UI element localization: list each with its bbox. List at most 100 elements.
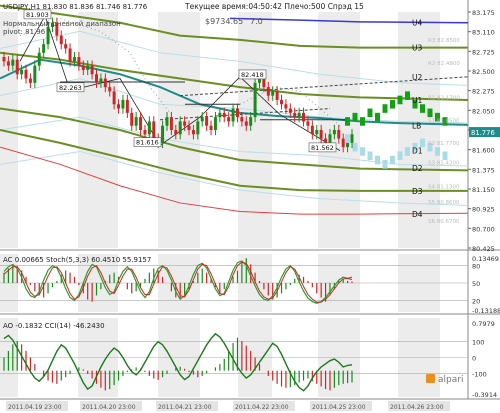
pivot-label: S5 80.8600 bbox=[428, 200, 460, 206]
level-label: D1 bbox=[412, 147, 423, 156]
candle-body bbox=[68, 48, 72, 62]
candle-body bbox=[191, 130, 195, 135]
candle-body bbox=[77, 57, 81, 66]
candle-body bbox=[288, 108, 292, 113]
level-label: D3 bbox=[412, 187, 423, 196]
ao-tick-label: -100 bbox=[472, 370, 487, 378]
pivot-label: R3 82.8500 bbox=[428, 38, 460, 44]
candle-body bbox=[297, 112, 301, 118]
forecast-block bbox=[360, 147, 365, 156]
candle-body bbox=[293, 112, 297, 118]
candle-body bbox=[108, 87, 112, 92]
candle-body bbox=[59, 35, 63, 45]
candle-body bbox=[183, 121, 187, 126]
ao-tick-label: 0.7979 bbox=[472, 320, 495, 328]
forecast-block bbox=[442, 151, 448, 161]
candle-body bbox=[315, 130, 319, 135]
level-label: LB bbox=[412, 122, 421, 131]
price-annotation: 81.616 bbox=[136, 139, 159, 147]
candle-body bbox=[205, 117, 209, 126]
forecast-block bbox=[375, 112, 380, 122]
candle-body bbox=[121, 99, 125, 109]
candle-body bbox=[46, 27, 50, 45]
pivot-label: S2 81.7700 bbox=[428, 141, 460, 147]
candle-body bbox=[125, 99, 129, 113]
candle-body bbox=[112, 91, 116, 105]
time-tick-label: 2011.04.20 23:00 bbox=[82, 404, 136, 411]
candle-body bbox=[337, 130, 341, 139]
candle-body bbox=[161, 125, 165, 143]
pivot-label: S6 80.6700 bbox=[428, 219, 460, 225]
candle-body bbox=[262, 78, 266, 88]
forecast-block bbox=[390, 99, 395, 109]
price-tick-label: 83.175 bbox=[472, 9, 495, 17]
candle-body bbox=[103, 78, 107, 88]
candle-body bbox=[6, 61, 10, 66]
forecast-block bbox=[345, 134, 350, 143]
candle-body bbox=[310, 125, 314, 135]
candle-body bbox=[240, 117, 244, 122]
candle-body bbox=[20, 69, 24, 75]
price-tick-label: 82.275 bbox=[472, 88, 495, 96]
price-tick-label: 80.925 bbox=[472, 206, 495, 214]
candle-body bbox=[64, 44, 68, 49]
pivot-label: R1 82.1700 bbox=[428, 95, 460, 101]
candle-body bbox=[280, 99, 284, 105]
candle-body bbox=[11, 59, 15, 66]
forecast-block bbox=[367, 108, 373, 118]
candle-body bbox=[24, 69, 28, 79]
ac-title: AC 0.00665 Stoch(5,3,3) 60.4510 55.9157 bbox=[3, 256, 151, 264]
candle-body bbox=[222, 112, 226, 118]
forecast-block bbox=[420, 104, 425, 113]
price-tick-label: 82.500 bbox=[472, 68, 495, 76]
level-label: U3 bbox=[412, 44, 422, 53]
candle-body bbox=[332, 130, 336, 135]
candle-body bbox=[200, 117, 204, 122]
candle-body bbox=[139, 117, 143, 130]
price-tick-label: 80.700 bbox=[472, 225, 495, 233]
candle-body bbox=[244, 121, 248, 126]
time-tick-label: 2011.04.21 23:00 bbox=[158, 404, 212, 411]
time-tick-label: 2011.04.19 23:00 bbox=[8, 404, 62, 411]
forecast-block bbox=[405, 147, 410, 156]
symbol-line: USDJPY,H1 81.830 81.836 81.746 81.776 bbox=[3, 3, 148, 11]
chart-window: U4 U3 U2 U1 LB D1 D2 D3 D4 R3 82.8500 R2 82.4800 R1… bbox=[0, 0, 500, 413]
price-tick-label: 80.425 bbox=[472, 245, 495, 253]
logo-text: alpari bbox=[438, 375, 463, 385]
balance-text: $9734.65 bbox=[205, 17, 243, 26]
candle-body bbox=[235, 108, 239, 118]
pivot-label: S4 81.1300 bbox=[428, 185, 460, 191]
candle-body bbox=[209, 125, 213, 130]
candle-body bbox=[147, 121, 151, 135]
level-label: U4 bbox=[412, 19, 422, 28]
ac-tick-label: -0.13188 bbox=[472, 307, 500, 315]
info-line: Текущее время:04:50:42 Плечо:500 Спрэд 1… bbox=[184, 2, 364, 11]
forecast-block bbox=[345, 117, 350, 126]
candle-body bbox=[37, 52, 41, 66]
level-label: U2 bbox=[412, 73, 422, 82]
price-tick-label: 83.110 bbox=[472, 29, 495, 37]
candle-body bbox=[275, 91, 279, 100]
ac-tick-label: 50 bbox=[472, 280, 480, 288]
candle-body bbox=[33, 65, 37, 83]
candle-body bbox=[346, 142, 350, 148]
candle-body bbox=[117, 104, 121, 109]
forecast-block bbox=[397, 151, 403, 161]
time-tick-label: 2011.04.25 23:00 bbox=[312, 404, 366, 411]
price-tick-label: 81.375 bbox=[472, 166, 495, 174]
level-label: U1 bbox=[412, 96, 422, 105]
candle-body bbox=[28, 78, 32, 83]
forecast-block bbox=[352, 112, 358, 122]
candle-body bbox=[218, 112, 222, 118]
forecast-block bbox=[360, 117, 365, 126]
candle-body bbox=[95, 74, 99, 83]
forecast-block bbox=[382, 104, 388, 113]
logo-mark-icon bbox=[426, 374, 435, 383]
candle-body bbox=[15, 59, 19, 75]
candle-body bbox=[81, 65, 85, 70]
current-price-label: 81.776 bbox=[471, 129, 495, 137]
candle-body bbox=[134, 117, 138, 126]
forecast-block bbox=[427, 108, 433, 118]
pct-text: 7.0 bbox=[250, 17, 263, 26]
pivot-label: S3 81.4300 bbox=[428, 161, 460, 167]
